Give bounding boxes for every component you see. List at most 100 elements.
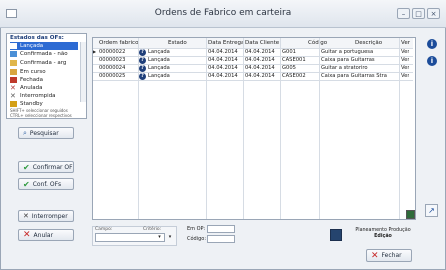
table-cell[interactable]: 00000023	[99, 56, 125, 64]
table-cell[interactable]: 04.04.2014	[245, 72, 275, 80]
status-item-label: Standby	[20, 101, 43, 107]
table-cell[interactable]: 04.04.2014	[208, 72, 238, 80]
table-cell[interactable]: Ver	[401, 48, 409, 56]
table-cell[interactable]: 00000025	[99, 72, 125, 80]
status-item-em-curso[interactable]: Em curso	[10, 68, 46, 76]
status-confirmada-nao-icon	[10, 51, 17, 57]
column-divider	[280, 38, 281, 219]
column-divider	[399, 38, 400, 219]
conf-ofs-button[interactable]: ✔ Conf. OFs	[18, 178, 74, 190]
confirmar-of-label: Confirmar OF	[32, 163, 73, 171]
em-op-field[interactable]	[207, 225, 235, 233]
table-cell[interactable]: G001	[282, 48, 296, 56]
table-cell[interactable]: G005	[282, 64, 296, 72]
status-lancada-icon	[10, 43, 17, 49]
selection-hint-line2: CTRL+ seleccionar respectivos	[10, 112, 72, 118]
column-header-ver[interactable]: Ver	[401, 38, 410, 48]
anular-button[interactable]: ✕ Anular	[18, 229, 74, 241]
status-list-scrollbar[interactable]	[80, 42, 86, 102]
chevron-down-icon[interactable]: ▾	[156, 234, 163, 241]
table-cell[interactable]: Lançada	[148, 48, 170, 56]
status-item-confirmada-arg[interactable]: Confirmada - arg	[10, 59, 66, 67]
status-panel-heading: Estados das OFs:	[10, 35, 64, 41]
interromper-button[interactable]: ✕ Interromper	[18, 210, 74, 222]
table-cell[interactable]: 00000022	[99, 48, 125, 56]
conf-ofs-label: Conf. OFs	[32, 180, 62, 188]
column-header-ordem[interactable]: Ordem fabrico	[99, 38, 138, 48]
table-cell[interactable]: Guitar a stratoriro	[321, 64, 397, 72]
campo-select[interactable]	[95, 233, 165, 242]
table-cell[interactable]: Caixa para Guitarras Stra	[321, 72, 397, 80]
fechar-button[interactable]: ✕ Fechar	[366, 249, 412, 262]
help-icon[interactable]: ?	[139, 56, 146, 64]
status-item-fechada[interactable]: Fechada	[10, 76, 43, 84]
table-cell[interactable]: 04.04.2014	[245, 56, 275, 64]
table-cell[interactable]: 00000024	[99, 64, 125, 72]
table-cell[interactable]: CASE001	[282, 56, 306, 64]
anular-label: Anular	[33, 231, 54, 239]
table-cell[interactable]: Ver	[401, 64, 409, 72]
help-icon[interactable]: ?	[139, 64, 146, 72]
table-cell[interactable]: 04.04.2014	[245, 48, 275, 56]
column-divider	[319, 38, 320, 219]
info-icon[interactable]: i	[427, 39, 437, 49]
table-cell[interactable]: 04.04.2014	[208, 56, 238, 64]
codigo-field[interactable]	[207, 235, 235, 243]
table-cell[interactable]: CASE002	[282, 72, 306, 80]
pesquisar-button[interactable]: ⌕ Pesquisar	[18, 127, 74, 139]
close-button[interactable]: ×	[427, 8, 440, 19]
column-header-estado[interactable]: Estado	[168, 38, 187, 48]
status-item-standby[interactable]: Standby	[10, 100, 43, 108]
export-excel-icon[interactable]	[406, 210, 415, 219]
column-header-codigo[interactable]: Código	[308, 38, 327, 48]
status-item-anulada[interactable]: ✕ Anulada	[10, 84, 43, 92]
table-cell[interactable]: Ver	[401, 56, 409, 64]
column-divider	[206, 38, 207, 219]
table-cell[interactable]: Caixa para Guitarras	[321, 56, 397, 64]
check-icon: ✔	[23, 179, 30, 189]
orders-table: Ordem fabrico Estado Data Entrega Data C…	[92, 37, 416, 220]
column-header-data-entrega[interactable]: Data Entrega	[208, 38, 244, 48]
table-cell[interactable]: 04.04.2014	[208, 48, 238, 56]
selection-hint: SHIFT+ seleccionar seguidos CTRL+ selecc…	[10, 108, 72, 118]
window-title: Ordens de Fabrico em carteira	[154, 8, 292, 18]
campo-label: Campo:	[95, 227, 113, 232]
help-icon[interactable]: ?	[139, 72, 146, 80]
column-header-data-cliente[interactable]: Data Cliente	[245, 38, 279, 48]
search-icon: ⌕	[23, 128, 27, 137]
column-header-descricao[interactable]: Descrição	[355, 38, 382, 48]
x-icon: ✕	[10, 84, 16, 92]
maximize-button[interactable]: □	[412, 8, 425, 19]
status-em-curso-icon	[10, 69, 17, 75]
expand-icon[interactable]: ↗	[425, 204, 438, 217]
info-icon[interactable]: i	[427, 56, 437, 66]
table-cell[interactable]: Lançada	[148, 64, 170, 72]
codigo-label: Código:	[187, 236, 207, 242]
criterio-label: Critério:	[143, 227, 162, 232]
check-icon: ✔	[23, 162, 30, 172]
confirmar-of-button[interactable]: ✔ Confirmar OF	[18, 161, 74, 173]
status-panel: Estados das OFs: Lançada Confirmada - nã…	[6, 33, 87, 119]
status-item-confirmada-nao[interactable]: Confirmada - não	[10, 50, 68, 58]
fechar-label: Fechar	[381, 252, 402, 259]
chevron-down-icon[interactable]: ▾	[166, 234, 174, 241]
planeamento-producao[interactable]: Planeamento Produção Edição	[348, 228, 418, 240]
status-item-interrompida[interactable]: ✕ Interrompida	[10, 92, 56, 100]
table-cell[interactable]: Ver	[401, 72, 409, 80]
help-icon[interactable]: ?	[139, 48, 146, 56]
planeamento-line2: Edição	[374, 234, 392, 239]
interrupt-icon: ✕	[23, 212, 29, 220]
table-cell[interactable]: 04.04.2014	[245, 64, 275, 72]
filter-group: Campo: Critério: ▾ ▾	[92, 226, 177, 246]
status-item-label: Fechada	[20, 77, 43, 83]
table-cell[interactable]: 04.04.2014	[208, 64, 238, 72]
minimize-button[interactable]: –	[397, 8, 410, 19]
status-standby-icon	[10, 101, 17, 107]
table-cell[interactable]: Lançada	[148, 72, 170, 80]
cancel-icon: ✕	[23, 230, 31, 240]
status-item-lancada[interactable]: Lançada	[10, 42, 78, 50]
table-cell[interactable]: Lançada	[148, 56, 170, 64]
table-cell[interactable]: Guitar a portuguesa	[321, 48, 397, 56]
status-confirmada-arg-icon	[10, 60, 17, 66]
planning-icon[interactable]	[330, 229, 342, 241]
